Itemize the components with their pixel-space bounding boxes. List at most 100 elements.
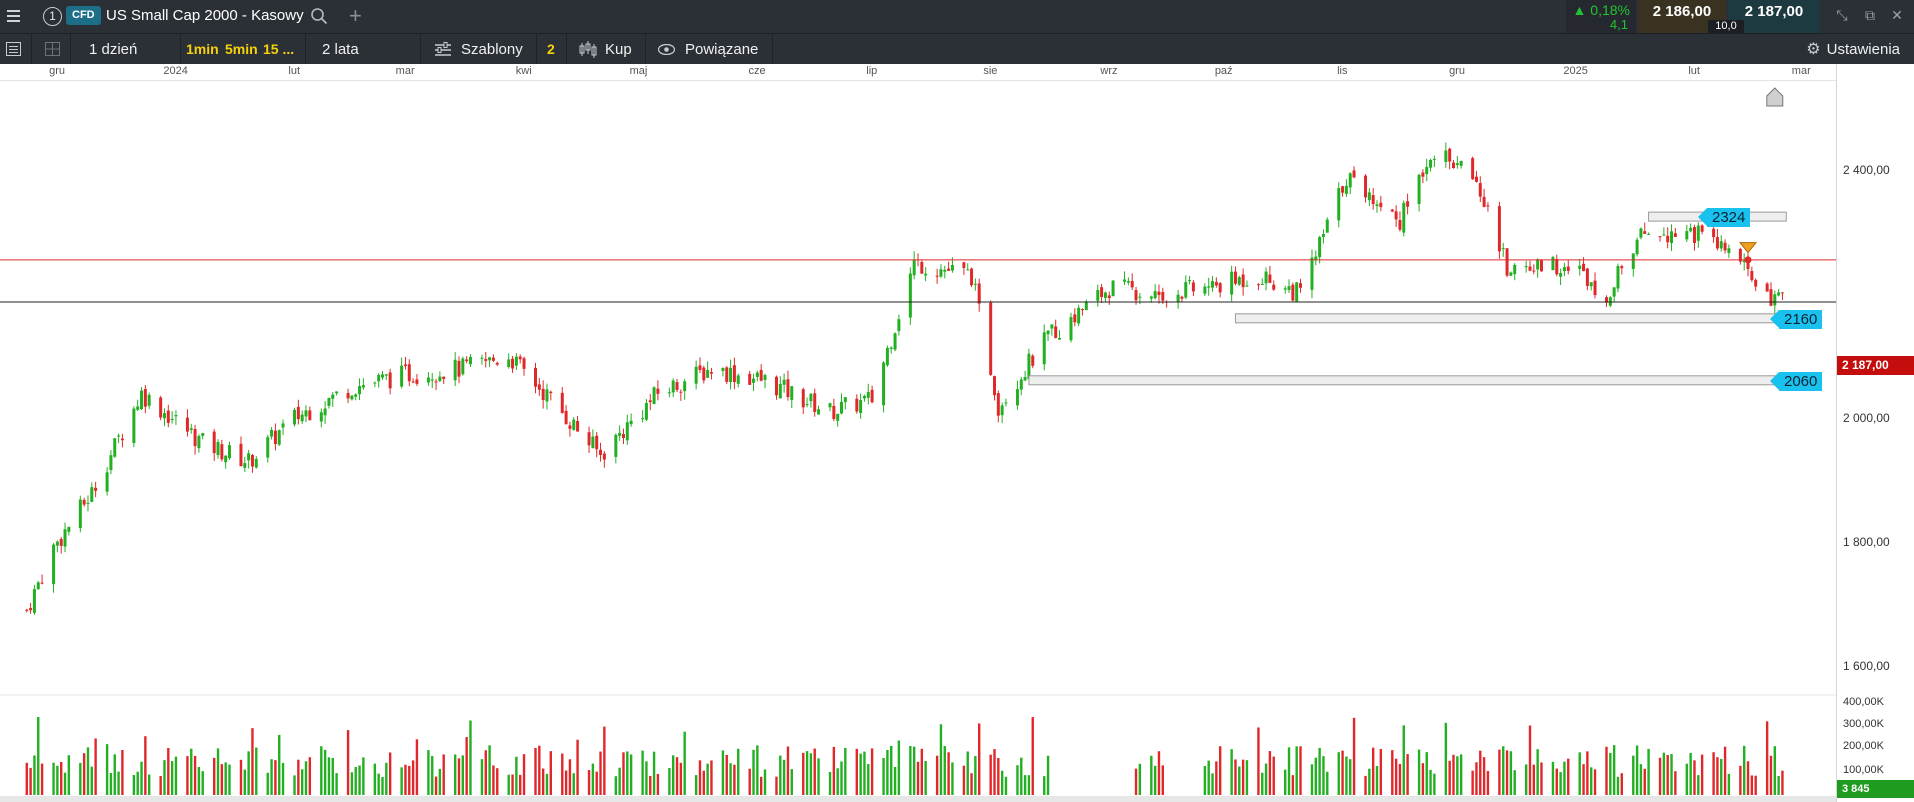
volume-bar (595, 771, 598, 795)
volume-bar (817, 758, 820, 795)
layout-icon[interactable] (45, 42, 61, 57)
volume-bar (79, 762, 82, 795)
candle-body (1402, 202, 1406, 233)
minimize-icon[interactable]: ⤡ (1835, 8, 1849, 22)
candle-body (644, 403, 648, 420)
volume-bar (1697, 775, 1700, 795)
candle-body (166, 410, 170, 423)
candle-body (1421, 172, 1425, 177)
candle-body (1188, 280, 1192, 282)
candle-body (534, 367, 537, 387)
volume-bar (1555, 768, 1558, 795)
volume-bar (1299, 746, 1302, 795)
candle-body (1352, 170, 1356, 178)
volume-bar (1582, 764, 1585, 795)
horizontal-scrollbar[interactable] (0, 796, 1836, 802)
volume-bar (243, 769, 246, 795)
candle-body (189, 428, 193, 430)
volume-bar (534, 747, 537, 795)
window-number[interactable]: 1 (43, 7, 62, 26)
volume-bar (1639, 764, 1643, 795)
price-chart[interactable] (0, 80, 1836, 800)
candle-body (1046, 330, 1050, 335)
level-tag[interactable]: 2160 (1769, 309, 1823, 329)
volume-bar (1371, 747, 1375, 795)
price-axis-label: 1 600,00 (1843, 659, 1890, 673)
date-axis-label: 2025 (1563, 65, 1588, 77)
candle-body (732, 365, 736, 383)
menu-icon[interactable] (0, 0, 28, 33)
range-dropdown[interactable]: 2 lata (322, 34, 359, 65)
volume-bar (1264, 763, 1268, 795)
volume-bar (1448, 760, 1451, 795)
volume-bar (404, 764, 407, 795)
volume-bar (304, 761, 308, 795)
list-icon[interactable] (6, 42, 22, 57)
candle-body (989, 302, 993, 375)
level-tag[interactable]: 2324 (1697, 208, 1751, 228)
volume-bar (710, 760, 713, 795)
candle-body (1153, 291, 1157, 299)
volume-bar (37, 716, 40, 795)
candle-body (140, 390, 144, 410)
volume-bar (1482, 757, 1486, 795)
search-icon[interactable] (310, 7, 328, 25)
volume-bar (1000, 770, 1004, 795)
instrument-name[interactable]: US Small Cap 2000 - Kasowy (106, 7, 304, 24)
alert-dot (1744, 256, 1752, 264)
candle-body (1367, 192, 1371, 201)
candle-body (1559, 272, 1563, 277)
candle-body (407, 364, 411, 382)
volume-axis-label: 100,00K (1843, 764, 1884, 776)
volume-bar (1310, 764, 1314, 795)
volume-bar (86, 747, 90, 795)
candle-body (885, 347, 889, 366)
candle-body (694, 366, 698, 384)
plus-icon[interactable]: + (349, 4, 362, 28)
candle-body (1425, 167, 1429, 175)
candle-body (1459, 160, 1463, 166)
interval-5min[interactable]: 5min (225, 34, 258, 65)
interval-dropdown[interactable]: 1 dzień (89, 34, 137, 65)
volume-bar (1349, 759, 1352, 795)
settings-button[interactable]: ⚙ Ustawienia (1806, 34, 1900, 65)
candle-body (293, 409, 297, 425)
candle-body (1157, 291, 1161, 296)
volume-bar (1417, 749, 1421, 795)
candle-body (778, 383, 782, 399)
candle-body (652, 387, 656, 405)
candle-body (228, 445, 231, 459)
date-axis-label: gru (1449, 65, 1465, 77)
buy-button-toolbar[interactable]: Kup (605, 34, 632, 65)
volume-bar (867, 764, 870, 795)
candles-icon (579, 41, 597, 58)
candle-body (331, 394, 335, 399)
volume-bar (893, 766, 897, 795)
volume-bar (561, 753, 564, 795)
volume-bar (587, 770, 591, 795)
linked-button[interactable]: Powiązane (685, 34, 758, 65)
volume-bar (220, 764, 224, 795)
popout-icon[interactable]: ⧉ (1863, 8, 1877, 22)
candle-body (564, 410, 568, 425)
candle-body (1207, 286, 1211, 288)
interval-1min[interactable]: 1min (186, 34, 219, 65)
templates-button[interactable]: Szablony (461, 34, 523, 65)
candle-body (381, 374, 384, 378)
volume-bar (1257, 727, 1260, 795)
level-tag[interactable]: 2060 (1769, 371, 1823, 391)
volume-bar (132, 774, 136, 795)
candle-body (1417, 174, 1421, 204)
interval-15min[interactable]: 15 ... (263, 34, 294, 65)
volume-bar (1345, 756, 1348, 795)
candle-body (1130, 280, 1134, 288)
volume-bar (683, 731, 686, 795)
candle-body (1375, 204, 1379, 207)
candle-body (29, 608, 33, 611)
candle-body (25, 609, 29, 611)
volume-bar (297, 759, 300, 795)
close-icon[interactable]: ✕ (1890, 8, 1904, 22)
volume-bar (805, 751, 809, 795)
candle-body (1685, 231, 1689, 240)
volume-bar (496, 768, 499, 795)
